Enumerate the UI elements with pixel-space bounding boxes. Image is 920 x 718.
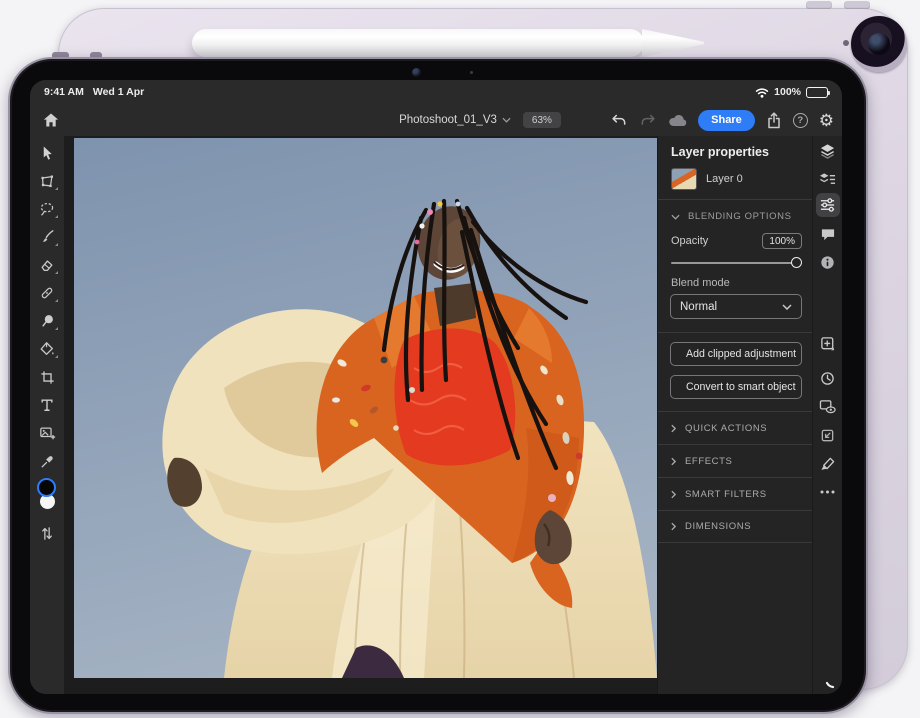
chevron-right-icon — [671, 490, 676, 499]
clean-icon[interactable] — [816, 451, 840, 475]
canvas-pasteboard[interactable] — [64, 136, 657, 694]
layer-properties-icon[interactable] — [816, 167, 840, 191]
status-time: 9:41 AM — [44, 86, 84, 98]
layers-icon[interactable] — [816, 139, 840, 163]
tool-healing-brush[interactable] — [30, 279, 64, 307]
tool-swap-colors[interactable] — [30, 519, 64, 547]
tool-crop[interactable] — [30, 363, 64, 391]
chevron-right-icon — [671, 522, 676, 531]
section-effects[interactable]: EFFECTS — [658, 444, 812, 477]
chevron-right-icon — [671, 457, 676, 466]
app-screen: 9:41 AM Wed 1 Apr 100% P — [30, 80, 842, 694]
camera-lens — [868, 33, 890, 55]
cloud-sync-icon[interactable] — [668, 114, 687, 127]
adjustments-icon[interactable] — [816, 193, 840, 217]
add-clipped-adjustment-button[interactable]: Add clipped adjustment — [670, 342, 802, 366]
tool-color-swatch[interactable] — [30, 477, 64, 515]
document-title[interactable]: Photoshoot_01_V3 — [399, 114, 511, 126]
blend-mode-dropdown[interactable]: Normal — [670, 294, 802, 319]
front-camera — [412, 68, 421, 77]
add-layer-icon[interactable] — [816, 332, 840, 356]
status-date: Wed 1 Apr — [93, 86, 144, 98]
tool-type[interactable] — [30, 391, 64, 419]
share-button[interactable]: Share — [698, 110, 755, 131]
chevron-right-icon — [671, 424, 676, 433]
settings-button[interactable]: ⚙ — [819, 112, 834, 129]
redo-button[interactable] — [639, 113, 657, 127]
task-rail — [812, 136, 842, 694]
help-button[interactable]: ? — [793, 113, 808, 128]
layer-properties-panel: Layer properties Layer 0 BLENDING OPTION… — [657, 136, 812, 694]
section-dimensions[interactable]: DIMENSIONS — [658, 510, 812, 543]
tool-brush[interactable] — [30, 223, 64, 251]
layer-row[interactable]: Layer 0 — [658, 166, 812, 200]
status-bar: 9:41 AM Wed 1 Apr 100% — [30, 80, 842, 104]
panel-title: Layer properties — [658, 136, 812, 166]
top-toolbar: Photoshoot_01_V3 63% Share — [30, 104, 842, 136]
rear-microphone — [843, 40, 849, 46]
undo-button[interactable] — [610, 113, 628, 127]
layer-visibility-icon[interactable] — [816, 394, 840, 418]
tool-eraser[interactable] — [30, 251, 64, 279]
tool-move[interactable] — [30, 139, 64, 167]
foreground-color[interactable] — [37, 478, 56, 497]
convert-to-smart-object-button[interactable]: Convert to smart object — [670, 375, 802, 399]
opacity-label: Opacity — [671, 235, 708, 247]
apple-pencil — [192, 29, 644, 57]
chevron-down-icon — [671, 214, 680, 220]
opacity-slider-handle[interactable] — [791, 257, 802, 268]
rear-camera — [851, 16, 907, 72]
home-icon — [42, 112, 60, 128]
blending-options-header[interactable]: BLENDING OPTIONS — [658, 200, 812, 224]
section-quick-actions[interactable]: QUICK ACTIONS — [658, 411, 812, 444]
front-ipad: 9:41 AM Wed 1 Apr 100% P — [8, 57, 868, 714]
more-options-icon[interactable] — [816, 480, 840, 504]
home-button[interactable] — [38, 108, 64, 132]
panel-sections: QUICK ACTIONS EFFECTS SMART FILTERS DIME… — [658, 411, 812, 543]
layer-thumbnail[interactable] — [671, 168, 697, 190]
tool-rail — [30, 136, 64, 694]
tool-transform[interactable] — [30, 167, 64, 195]
info-icon[interactable] — [816, 250, 840, 274]
marketing-scene: 9:41 AM Wed 1 Apr 100% P — [0, 0, 920, 718]
zoom-level-badge[interactable]: 63% — [523, 112, 561, 128]
tool-lasso[interactable] — [30, 195, 64, 223]
opacity-slider[interactable] — [671, 262, 798, 264]
arrange-icon[interactable] — [816, 423, 840, 447]
wifi-icon — [755, 87, 769, 98]
tool-fill[interactable] — [30, 335, 64, 363]
tool-dodge[interactable] — [30, 307, 64, 335]
chevron-down-icon — [502, 117, 511, 123]
tool-place-photo[interactable] — [30, 419, 64, 447]
layer-name: Layer 0 — [706, 173, 743, 185]
opacity-value[interactable]: 100% — [762, 233, 802, 249]
battery-icon — [806, 87, 828, 98]
rear-volume-button — [844, 1, 870, 9]
tool-eyedropper[interactable] — [30, 447, 64, 475]
screen-corner-highlight — [825, 675, 839, 689]
ambient-sensor — [470, 71, 473, 74]
comment-icon[interactable] — [816, 222, 840, 246]
blend-mode-label: Blend mode — [658, 264, 812, 294]
history-icon[interactable] — [816, 366, 840, 390]
photo-canvas[interactable] — [74, 138, 657, 678]
chevron-down-icon — [782, 304, 792, 310]
rear-top-button — [806, 1, 832, 9]
section-smart-filters[interactable]: SMART FILTERS — [658, 477, 812, 510]
export-button[interactable] — [766, 112, 782, 129]
battery-percent: 100% — [774, 86, 801, 98]
